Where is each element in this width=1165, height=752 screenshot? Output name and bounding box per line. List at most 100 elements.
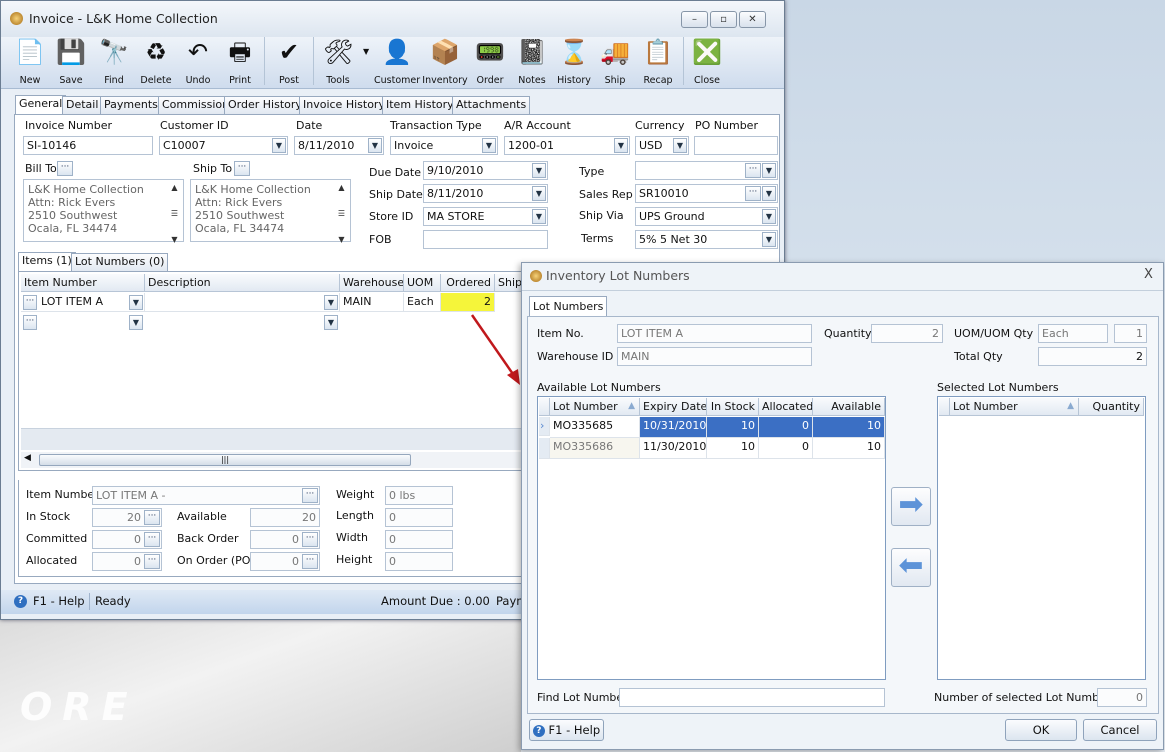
help-shortcut[interactable]: F1 - Help <box>33 594 85 608</box>
chevron-down-icon[interactable]: ▼ <box>614 138 628 153</box>
chevron-down-icon[interactable]: ▼ <box>482 138 496 153</box>
ok-button[interactable]: OK <box>1005 719 1077 741</box>
item-lookup-button[interactable]: ··· <box>23 295 37 310</box>
chevron-down-icon[interactable]: ▼ <box>762 163 776 178</box>
column-header-lot-number[interactable]: Lot Number ▲ <box>950 398 1079 416</box>
toolbar-recap-button[interactable]: 📋 Recap <box>635 37 681 89</box>
toolbar-save-button[interactable]: 💾 Save <box>48 37 94 89</box>
allocated-details-button[interactable]: ··· <box>144 554 160 569</box>
tab-attachments[interactable]: Attachments <box>452 96 531 114</box>
date-picker[interactable]: 8/11/2010 ▼ <box>294 136 384 155</box>
type-lookup-button[interactable]: ··· <box>745 163 761 178</box>
column-header-available[interactable]: Available <box>813 398 885 416</box>
tab-item-history[interactable]: Item History <box>382 96 458 114</box>
fob-input[interactable] <box>423 230 548 249</box>
toolbar-undo-button[interactable]: ↶ Undo <box>175 37 221 89</box>
column-header-uom[interactable]: UOM <box>404 274 441 292</box>
bill-to-address[interactable]: L&K Home Collection Attn: Rick Evers 2510 … <box>23 179 184 244</box>
item-lookup-button[interactable]: ··· <box>23 315 37 330</box>
in-stock-details-button[interactable]: ··· <box>144 510 160 525</box>
available-cell[interactable]: 10 <box>813 417 885 438</box>
due-date-picker[interactable]: 9/10/2010 ▼ <box>423 161 548 180</box>
chevron-down-icon[interactable]: ▼ <box>532 209 546 224</box>
tab-detail[interactable]: Detail <box>62 96 103 114</box>
tab-lot-numbers[interactable]: Lot Numbers <box>529 296 608 317</box>
column-header-lot-number[interactable]: Lot Number ▲ <box>550 398 640 416</box>
restore-button[interactable]: ▫ <box>710 11 737 28</box>
expiry-date-cell[interactable]: 11/30/2010 <box>640 438 707 459</box>
chevron-down-icon[interactable]: ▼ <box>368 138 382 153</box>
lot-number-cell[interactable]: MO335685 <box>550 417 640 438</box>
chevron-down-icon[interactable]: ▼ <box>129 315 143 330</box>
allocated-cell[interactable]: 0 <box>759 438 813 459</box>
toolbar-notes-button[interactable]: 📓 Notes <box>509 37 555 89</box>
back-order-details-button[interactable]: ··· <box>302 532 318 547</box>
column-header-quantity[interactable]: Quantity <box>1079 398 1144 416</box>
add-lot-button[interactable]: ➡ <box>891 487 931 526</box>
chevron-down-icon[interactable]: ▼ <box>532 163 546 178</box>
on-order-details-button[interactable]: ··· <box>302 554 318 569</box>
horizontal-scrollbar[interactable]: ◀ ||| <box>21 452 537 468</box>
toolbar-tools-button[interactable]: 🛠 Tools <box>315 37 361 89</box>
toolbar-order-button[interactable]: 📟 Order <box>467 37 513 89</box>
terms-select[interactable]: 5% 5 Net 30 ▼ <box>635 230 778 249</box>
tab-lot-numbers[interactable]: Lot Numbers (0) <box>71 253 169 271</box>
toolbar-post-button[interactable]: ✔ Post <box>266 37 312 89</box>
type-select[interactable]: ··· ▼ <box>635 161 778 180</box>
chevron-down-icon[interactable]: ▼ <box>673 138 687 153</box>
allocated-cell[interactable]: 0 <box>759 417 813 438</box>
chevron-down-icon[interactable]: ▼ <box>762 186 776 201</box>
find-lot-number-input[interactable] <box>619 688 885 707</box>
help-icon[interactable]: ? <box>14 595 27 608</box>
in-stock-cell[interactable]: 10 <box>707 417 759 438</box>
item-number-field[interactable]: LOT ITEM A - ··· <box>92 486 320 505</box>
column-header-in-stock[interactable]: In Stock <box>707 398 759 416</box>
sales-rep-select[interactable]: SR10010 ··· ▼ <box>635 184 778 203</box>
tab-payments[interactable]: Payments <box>100 96 162 114</box>
column-header-expiry-date[interactable]: Expiry Date <box>640 398 707 416</box>
ship-via-select[interactable]: UPS Ground ▼ <box>635 207 778 226</box>
tools-dropdown-icon[interactable]: ▼ <box>363 47 369 56</box>
close-window-button[interactable]: ✕ <box>739 11 766 28</box>
minimize-button[interactable]: – <box>681 11 708 28</box>
committed-details-button[interactable]: ··· <box>144 532 160 547</box>
store-id-select[interactable]: MA STORE ▼ <box>423 207 548 226</box>
toolbar-ship-button[interactable]: 🚚 Ship <box>592 37 638 89</box>
column-header-description[interactable]: Description <box>145 274 340 292</box>
chevron-down-icon[interactable]: ▼ <box>129 295 143 310</box>
toolbar-close-button[interactable]: ❎ Close <box>684 37 730 89</box>
bill-to-lookup-button[interactable]: ··· <box>57 161 73 176</box>
transaction-type-select[interactable]: Invoice ▼ <box>390 136 498 155</box>
toolbar-find-button[interactable]: 🔭 Find <box>91 37 137 89</box>
column-header-warehouse[interactable]: Warehouse <box>340 274 404 292</box>
scroll-left-icon[interactable]: ◀ <box>24 453 31 463</box>
scroll-thumb[interactable]: ||| <box>39 454 411 466</box>
in-stock-cell[interactable]: 10 <box>707 438 759 459</box>
tab-order-history[interactable]: Order History <box>224 96 306 114</box>
toolbar-delete-button[interactable]: ♻ Delete <box>133 37 179 89</box>
column-header-item-number[interactable]: Item Number <box>21 274 145 292</box>
description-cell[interactable] <box>145 293 340 312</box>
available-cell[interactable]: 10 <box>813 438 885 459</box>
po-number-input[interactable] <box>694 136 778 155</box>
cancel-button[interactable]: Cancel <box>1083 719 1157 741</box>
tab-invoice-history[interactable]: Invoice History <box>299 96 389 114</box>
currency-select[interactable]: USD ▼ <box>635 136 689 155</box>
vertical-scrollbar[interactable]: ▲ ☰ ▼ <box>167 181 182 244</box>
warehouse-cell[interactable]: MAIN <box>340 293 404 312</box>
chevron-down-icon[interactable]: ▼ <box>762 209 776 224</box>
toolbar-history-button[interactable]: ⌛ History <box>551 37 597 89</box>
tab-items[interactable]: Items (1) <box>18 252 76 271</box>
help-button[interactable]: ? F1 - Help <box>529 719 604 741</box>
expiry-date-cell[interactable]: 10/31/2010 <box>640 417 707 438</box>
chevron-down-icon[interactable]: ▼ <box>532 186 546 201</box>
vertical-scrollbar[interactable]: ▲ ☰ ▼ <box>334 181 349 244</box>
toolbar-new-button[interactable]: 📄 New <box>7 37 53 89</box>
customer-id-select[interactable]: C10007 ▼ <box>159 136 288 155</box>
tab-commission[interactable]: Commission <box>158 96 234 114</box>
dialog-close-button[interactable]: X <box>1144 267 1153 282</box>
column-header-ordered[interactable]: Ordered <box>441 274 495 292</box>
chevron-down-icon[interactable]: ▼ <box>324 295 338 310</box>
ar-account-select[interactable]: 1200-01 ▼ <box>504 136 630 155</box>
item-number-cell[interactable]: LOT ITEM A <box>21 293 145 312</box>
